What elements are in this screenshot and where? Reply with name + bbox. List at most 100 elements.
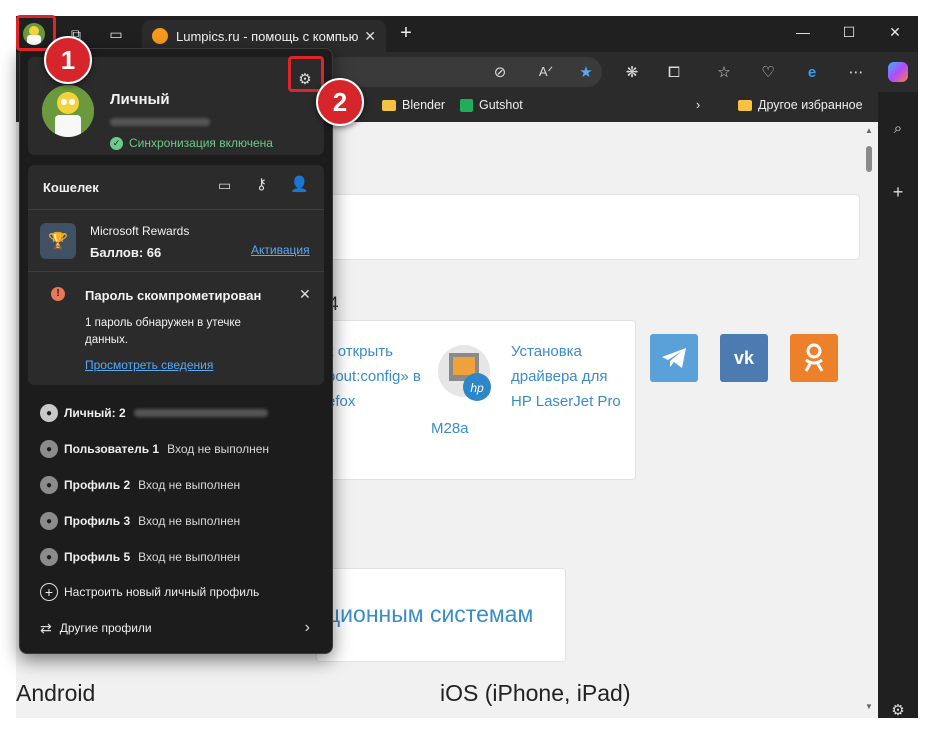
alert-icon: ! xyxy=(51,287,65,301)
person-icon: ● xyxy=(40,440,58,458)
article-tail[interactable]: M28a xyxy=(431,416,469,441)
scroll-thumb[interactable] xyxy=(866,146,872,172)
rewards-title: Microsoft Rewards xyxy=(90,224,190,238)
add-circle-icon: + xyxy=(40,583,58,601)
articles-card: к открыть bout:config» в efox hp Установ… xyxy=(316,320,636,480)
profile-email-redacted xyxy=(133,409,268,417)
extension-icon[interactable]: ❋ xyxy=(620,60,644,84)
folder-icon xyxy=(738,99,752,111)
profile-email-redacted xyxy=(110,118,210,126)
sync-status-label: Синхронизация включена xyxy=(129,136,273,150)
other-profiles-button[interactable]: ⇄ Другие профили › xyxy=(40,616,310,640)
odnoklassniki-button[interactable] xyxy=(790,334,838,382)
article-line: драйвера для xyxy=(511,368,608,385)
address-bar[interactable]: ⊘ Aᐟ ★ xyxy=(326,57,602,87)
ie-mode-icon[interactable]: e xyxy=(800,60,824,84)
folder-icon xyxy=(382,99,396,111)
rewards-activate-link[interactable]: Активация xyxy=(251,243,310,257)
article-line: bout:config» в xyxy=(327,368,421,385)
section-heading: ционным системам xyxy=(327,601,534,627)
chevron-right-icon: › xyxy=(304,619,310,636)
profile-item-name: Пользователь 1 xyxy=(64,442,160,456)
site-favicon-icon xyxy=(152,28,168,44)
profile-item[interactable]: ● Личный: 2 xyxy=(40,401,268,425)
article-link-firefox[interactable]: к открыть bout:config» в efox xyxy=(327,339,421,414)
switch-profile-icon: ⇄ xyxy=(40,619,52,636)
bookmark-other[interactable]: Другое избранное xyxy=(738,98,863,112)
extensions-icon[interactable]: ⧠ xyxy=(662,60,686,84)
profile-item-name: Личный: 2 xyxy=(64,406,126,420)
page-scrollbar[interactable]: ▲ ▼ xyxy=(862,122,876,718)
more-icon[interactable]: ⋯ xyxy=(844,60,868,84)
favorite-star-icon[interactable]: ★ xyxy=(574,60,598,84)
gutshot-icon xyxy=(460,98,473,112)
close-tab-icon[interactable]: ✕ xyxy=(364,28,376,45)
maximize-button[interactable]: ☐ xyxy=(826,16,872,48)
ios-heading: iOS (iPhone, iPad) xyxy=(440,680,631,706)
settings-icon[interactable]: ⚙ xyxy=(886,698,910,718)
card-icon[interactable]: ▭ xyxy=(218,177,231,194)
vk-button[interactable]: vk xyxy=(720,334,768,382)
article-line: efox xyxy=(327,393,356,410)
article-link-hp-driver[interactable]: Установка драйвера для HP LaserJet Pro xyxy=(511,339,621,414)
profile-item[interactable]: ● Профиль 2 Вход не выполнен xyxy=(40,473,240,497)
tab-title: Lumpics.ru - помощь с компьюте xyxy=(176,28,359,44)
telegram-button[interactable] xyxy=(650,334,698,382)
article-line: HP LaserJet Pro xyxy=(511,393,621,410)
bookmark-blender[interactable]: Blender xyxy=(382,98,445,112)
bookmark-label: Другое избранное xyxy=(758,98,863,112)
view-details-link[interactable]: Просмотреть сведения xyxy=(85,358,213,372)
close-alert-button[interactable]: ✕ xyxy=(299,286,311,303)
profile-item-status: Вход не выполнен xyxy=(138,478,241,492)
svg-text:hp: hp xyxy=(470,381,484,395)
chevron-right-icon[interactable]: › xyxy=(696,98,700,112)
tracking-off-icon[interactable]: ⊘ xyxy=(488,60,512,84)
browser-essentials-icon[interactable]: ♡ xyxy=(756,60,780,84)
check-circle-icon: ✓ xyxy=(110,136,123,150)
key-icon[interactable]: ⚷ xyxy=(256,175,267,193)
android-heading: Android xyxy=(16,680,96,706)
article-line: Установка xyxy=(511,343,582,360)
tab-actions-icon[interactable]: ▭ xyxy=(102,20,130,48)
wallet-section: Кошелек ▭ ⚷ 👤 🏆 Microsoft Rewards Баллов… xyxy=(28,165,324,385)
read-aloud-icon[interactable]: Aᐟ xyxy=(534,60,558,84)
scroll-down-icon[interactable]: ▼ xyxy=(865,702,873,711)
copilot-icon[interactable] xyxy=(886,60,910,84)
profile-item-status: Вход не выполнен xyxy=(167,442,270,456)
bookmark-gutshot[interactable]: Gutshot xyxy=(460,98,523,112)
step-1-badge: 1 xyxy=(44,36,92,84)
os-section-card: ционным системам xyxy=(316,568,566,662)
other-profiles-label: Другие профили xyxy=(59,621,152,635)
new-tab-button[interactable]: + xyxy=(394,22,418,45)
profile-item-status: Вход не выполнен xyxy=(138,514,241,528)
profile-item-name: Профиль 2 xyxy=(64,478,131,492)
close-window-button[interactable]: ✕ xyxy=(872,16,918,48)
personal-info-icon[interactable]: 👤 xyxy=(290,175,309,193)
favorites-icon[interactable]: ☆ xyxy=(712,60,736,84)
search-card xyxy=(316,194,860,260)
profile-item[interactable]: ● Профиль 5 Вход не выполнен xyxy=(40,545,240,569)
minimize-button[interactable]: — xyxy=(780,16,826,48)
title-bar: ⧉ ▭ Lumpics.ru - помощь с компьюте ✕ + —… xyxy=(16,16,918,52)
wallet-title: Кошелек xyxy=(43,180,99,195)
odnoklassniki-icon xyxy=(804,343,824,372)
person-icon: ● xyxy=(40,512,58,530)
telegram-icon xyxy=(662,348,686,368)
hp-driver-icon: hp xyxy=(431,341,497,407)
alert-title: Пароль скомпрометирован xyxy=(85,288,262,303)
profile-item[interactable]: ● Профиль 3 Вход не выполнен xyxy=(40,509,240,533)
profile-panel: Личный ✓ Синхронизация включена ⚙ Кошеле… xyxy=(19,48,333,654)
new-profile-button[interactable]: + Настроить новый личный профиль xyxy=(40,580,259,604)
profile-name: Личный xyxy=(110,91,170,108)
add-icon[interactable]: + xyxy=(886,180,910,204)
profile-item[interactable]: ● Пользователь 1 Вход не выполнен xyxy=(40,437,269,461)
highlight-settings-button xyxy=(288,56,324,92)
alert-text: 1 пароль обнаружен в утечке данных. xyxy=(85,317,241,346)
vk-icon: vk xyxy=(733,347,755,368)
search-icon[interactable]: ⌕ xyxy=(886,116,910,140)
bookmark-label: Blender xyxy=(402,98,446,112)
profile-avatar xyxy=(42,85,94,137)
profile-item-status: Вход не выполнен xyxy=(138,550,241,564)
scroll-up-icon[interactable]: ▲ xyxy=(865,126,873,135)
person-icon: ● xyxy=(40,548,58,566)
